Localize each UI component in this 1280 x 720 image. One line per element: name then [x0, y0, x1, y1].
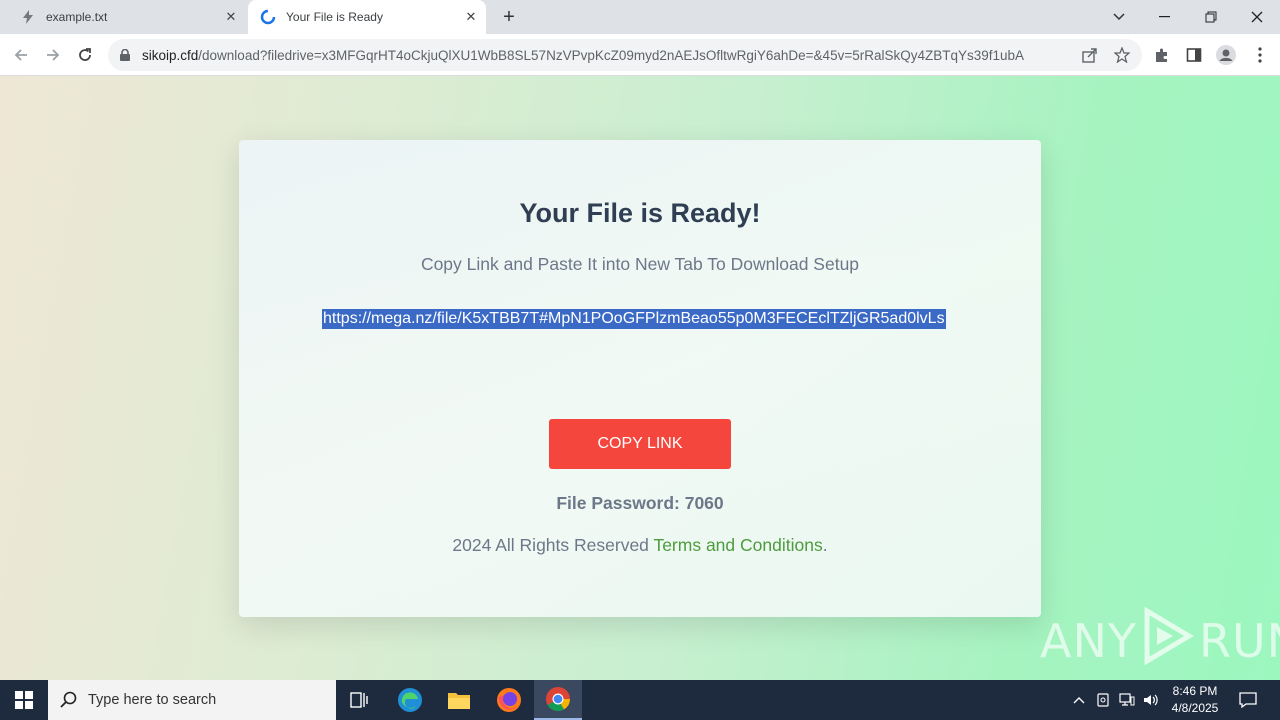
firefox-app[interactable] — [485, 680, 533, 720]
watermark-right: RUN — [1198, 614, 1280, 668]
lock-icon[interactable] — [120, 49, 134, 61]
task-view-button[interactable] — [336, 680, 384, 720]
edge-app[interactable] — [386, 680, 434, 720]
notifications-icon[interactable] — [1234, 680, 1262, 720]
tab-example-txt[interactable]: example.txt ✕ — [8, 0, 246, 34]
clock-date: 4/8/2025 — [1171, 701, 1219, 715]
file-explorer-app[interactable] — [435, 680, 483, 720]
tab-strip: example.txt ✕ Your File is Ready ✕ + — [0, 0, 1280, 34]
lightning-icon — [20, 9, 36, 25]
address-bar[interactable]: sikoip.cfd/download?filedrive=x3MFGqrHT4… — [108, 39, 1142, 71]
footer-period: . — [822, 535, 828, 555]
tab-title: example.txt — [46, 10, 108, 24]
new-tab-button[interactable]: + — [498, 6, 520, 28]
close-icon[interactable]: ✕ — [222, 8, 240, 26]
play-logo-icon — [1141, 606, 1195, 676]
watermark-left: ANY — [1040, 614, 1137, 668]
windows-taskbar: Type here to search 8:46 PM 4/8/2025 — [0, 680, 1280, 720]
close-window-button[interactable] — [1234, 0, 1280, 34]
chrome-icon — [546, 687, 570, 712]
share-icon[interactable] — [1080, 45, 1100, 65]
loading-icon — [260, 9, 276, 25]
reload-button[interactable] — [70, 40, 100, 70]
file-password: File Password: 7060 — [556, 493, 724, 513]
menu-kebab-icon[interactable] — [1250, 45, 1270, 65]
taskbar-search-box[interactable]: Type here to search — [48, 680, 336, 720]
search-placeholder: Type here to search — [88, 692, 217, 708]
terms-link[interactable]: Terms and Conditions — [653, 535, 822, 555]
network-icon[interactable] — [1116, 680, 1138, 720]
task-view-icon — [350, 692, 368, 708]
profile-avatar-icon[interactable] — [1216, 45, 1236, 65]
start-button[interactable] — [0, 680, 48, 720]
url-text: sikoip.cfd/download?filedrive=x3MFGqrHT4… — [142, 48, 1142, 63]
url-path: /download?filedrive=x3MFGqrHT4oCkjuQlXU1… — [198, 47, 1025, 63]
download-link-text[interactable]: https://mega.nz/file/K5xTBB7T#MpN1POoGFP… — [322, 309, 946, 329]
edge-icon — [398, 688, 422, 712]
tray-device-icon[interactable] — [1092, 680, 1114, 720]
firefox-icon — [497, 688, 521, 712]
forward-button[interactable] — [38, 40, 68, 70]
instruction-text: Copy Link and Paste It into New Tab To D… — [420, 254, 860, 274]
tab-your-file-is-ready[interactable]: Your File is Ready ✕ — [248, 0, 486, 34]
volume-icon[interactable] — [1140, 680, 1162, 720]
download-card: Your File is Ready! Copy Link and Paste … — [239, 140, 1041, 617]
browser-toolbar: sikoip.cfd/download?filedrive=x3MFGqrHT4… — [0, 34, 1280, 76]
clock-time: 8:46 PM — [1172, 684, 1218, 698]
minimize-button[interactable] — [1142, 0, 1188, 34]
bookmark-star-icon[interactable] — [1112, 45, 1132, 65]
chrome-app[interactable] — [534, 680, 582, 720]
page-viewport: Your File is Ready! Copy Link and Paste … — [0, 76, 1280, 680]
footer: 2024 All Rights Reserved Terms and Condi… — [239, 535, 1041, 556]
folder-icon — [448, 693, 470, 709]
copy-link-button[interactable]: COPY LINK — [549, 419, 731, 469]
anyrun-watermark: ANY RUN — [1040, 606, 1280, 672]
tab-title: Your File is Ready — [286, 10, 383, 24]
close-icon[interactable]: ✕ — [462, 8, 480, 26]
page-title: Your File is Ready! — [519, 198, 761, 228]
extensions-puzzle-icon[interactable] — [1152, 45, 1172, 65]
side-panel-icon[interactable] — [1184, 45, 1204, 65]
search-icon — [60, 691, 80, 709]
footer-text: 2024 All Rights Reserved — [452, 535, 654, 555]
restore-button[interactable] — [1188, 0, 1234, 34]
tab-search-button[interactable] — [1096, 0, 1142, 34]
taskbar-clock[interactable]: 8:46 PM 4/8/2025 — [1160, 683, 1230, 717]
windows-logo-icon — [15, 691, 33, 709]
tray-overflow-chevron-icon[interactable] — [1068, 680, 1090, 720]
back-button[interactable] — [6, 40, 36, 70]
url-host: sikoip.cfd — [142, 47, 199, 63]
